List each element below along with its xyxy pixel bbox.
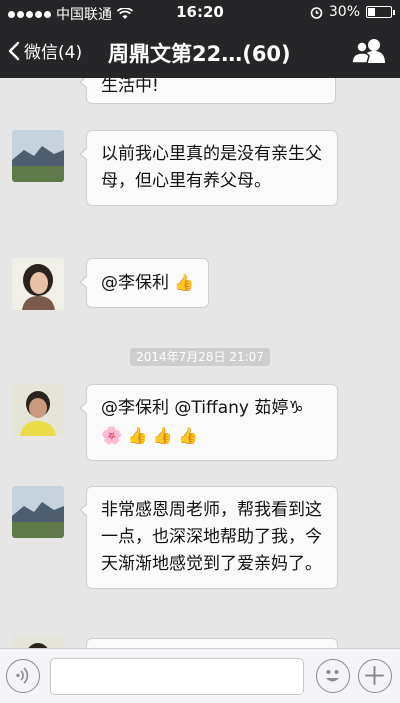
portrait-avatar-image <box>12 258 64 310</box>
chat-screen: 中国联通 16:20 30% 微信(4) 周鼎文第22…(60) 生活中! 以前… <box>0 0 400 703</box>
back-button[interactable]: 微信(4) <box>8 38 82 63</box>
alarm-icon <box>310 6 323 19</box>
portrait-avatar-image <box>12 384 64 436</box>
portrait-avatar-image <box>12 636 64 648</box>
message-bubble[interactable] <box>86 638 338 648</box>
message-text: 以前我心里真的是没有亲生父母，但心里有养父母。 <box>101 144 322 191</box>
thumbs-up-icon: 👍 <box>127 426 148 445</box>
landscape-avatar-image <box>12 130 64 182</box>
landscape-avatar-image <box>12 486 64 538</box>
avatar[interactable] <box>12 384 64 436</box>
plus-icon <box>365 666 384 685</box>
input-bar <box>0 648 400 703</box>
message-text: 非常感恩周老师，帮我看到这一点，也深深地帮助了我，今天渐渐地感觉到了爱亲妈了。 <box>101 500 322 574</box>
avatar[interactable] <box>12 486 64 538</box>
more-options-button[interactable] <box>358 659 392 693</box>
voice-input-button[interactable] <box>6 659 40 693</box>
message-bubble[interactable]: 生活中! <box>79 78 336 104</box>
battery-icon <box>366 6 395 18</box>
message-bubble[interactable]: @李保利 👍 <box>78 258 210 308</box>
back-label: 微信(4) <box>24 43 83 63</box>
message-text: @李保利 <box>101 273 169 293</box>
voice-icon <box>16 667 29 684</box>
chat-title: 周鼎文第22…(60) <box>108 42 291 66</box>
message-emoji-line: 🌸 👍 👍 👍 <box>101 422 323 450</box>
message-text: @李保利 @Tiffany 茹婷♑ <box>101 398 304 418</box>
chevron-left-icon <box>8 41 20 60</box>
flower-icon: 🌸 <box>101 426 123 446</box>
group-members-icon <box>351 39 385 64</box>
avatar[interactable] <box>12 130 64 182</box>
avatar[interactable] <box>12 636 64 648</box>
message-bubble[interactable]: 非常感恩周老师，帮我看到这一点，也深深地帮助了我，今天渐渐地感觉到了爱亲妈了。 <box>79 486 338 589</box>
status-right: 30% <box>310 4 395 20</box>
battery-percent: 30% <box>328 4 360 20</box>
status-bar: 中国联通 16:20 30% <box>0 0 400 26</box>
timestamp-text: 2014年7月28日 21:07 <box>130 348 270 366</box>
nav-bar: 微信(4) 周鼎文第22…(60) <box>0 26 400 78</box>
thumbs-up-icon: 👍 <box>152 426 173 445</box>
message-list[interactable]: 生活中! 以前我心里真的是没有亲生父母，但心里有养父母。 @李保利 👍 2014… <box>0 78 400 648</box>
group-members-button[interactable] <box>351 38 386 68</box>
message-text: 生活中! <box>101 78 159 96</box>
emoji-button[interactable] <box>316 659 350 693</box>
message-bubble[interactable]: 以前我心里真的是没有亲生父母，但心里有养父母。 <box>79 130 338 206</box>
message-input[interactable] <box>50 658 304 695</box>
smiley-icon <box>326 670 339 682</box>
timestamp-badge: 2014年7月28日 21:07 <box>0 346 400 366</box>
thumbs-up-icon: 👍 <box>178 426 199 445</box>
message-bubble[interactable]: @李保利 @Tiffany 茹婷♑ 🌸 👍 👍 👍 <box>79 384 338 461</box>
thumbs-up-icon: 👍 <box>174 273 195 292</box>
avatar[interactable] <box>12 258 64 310</box>
